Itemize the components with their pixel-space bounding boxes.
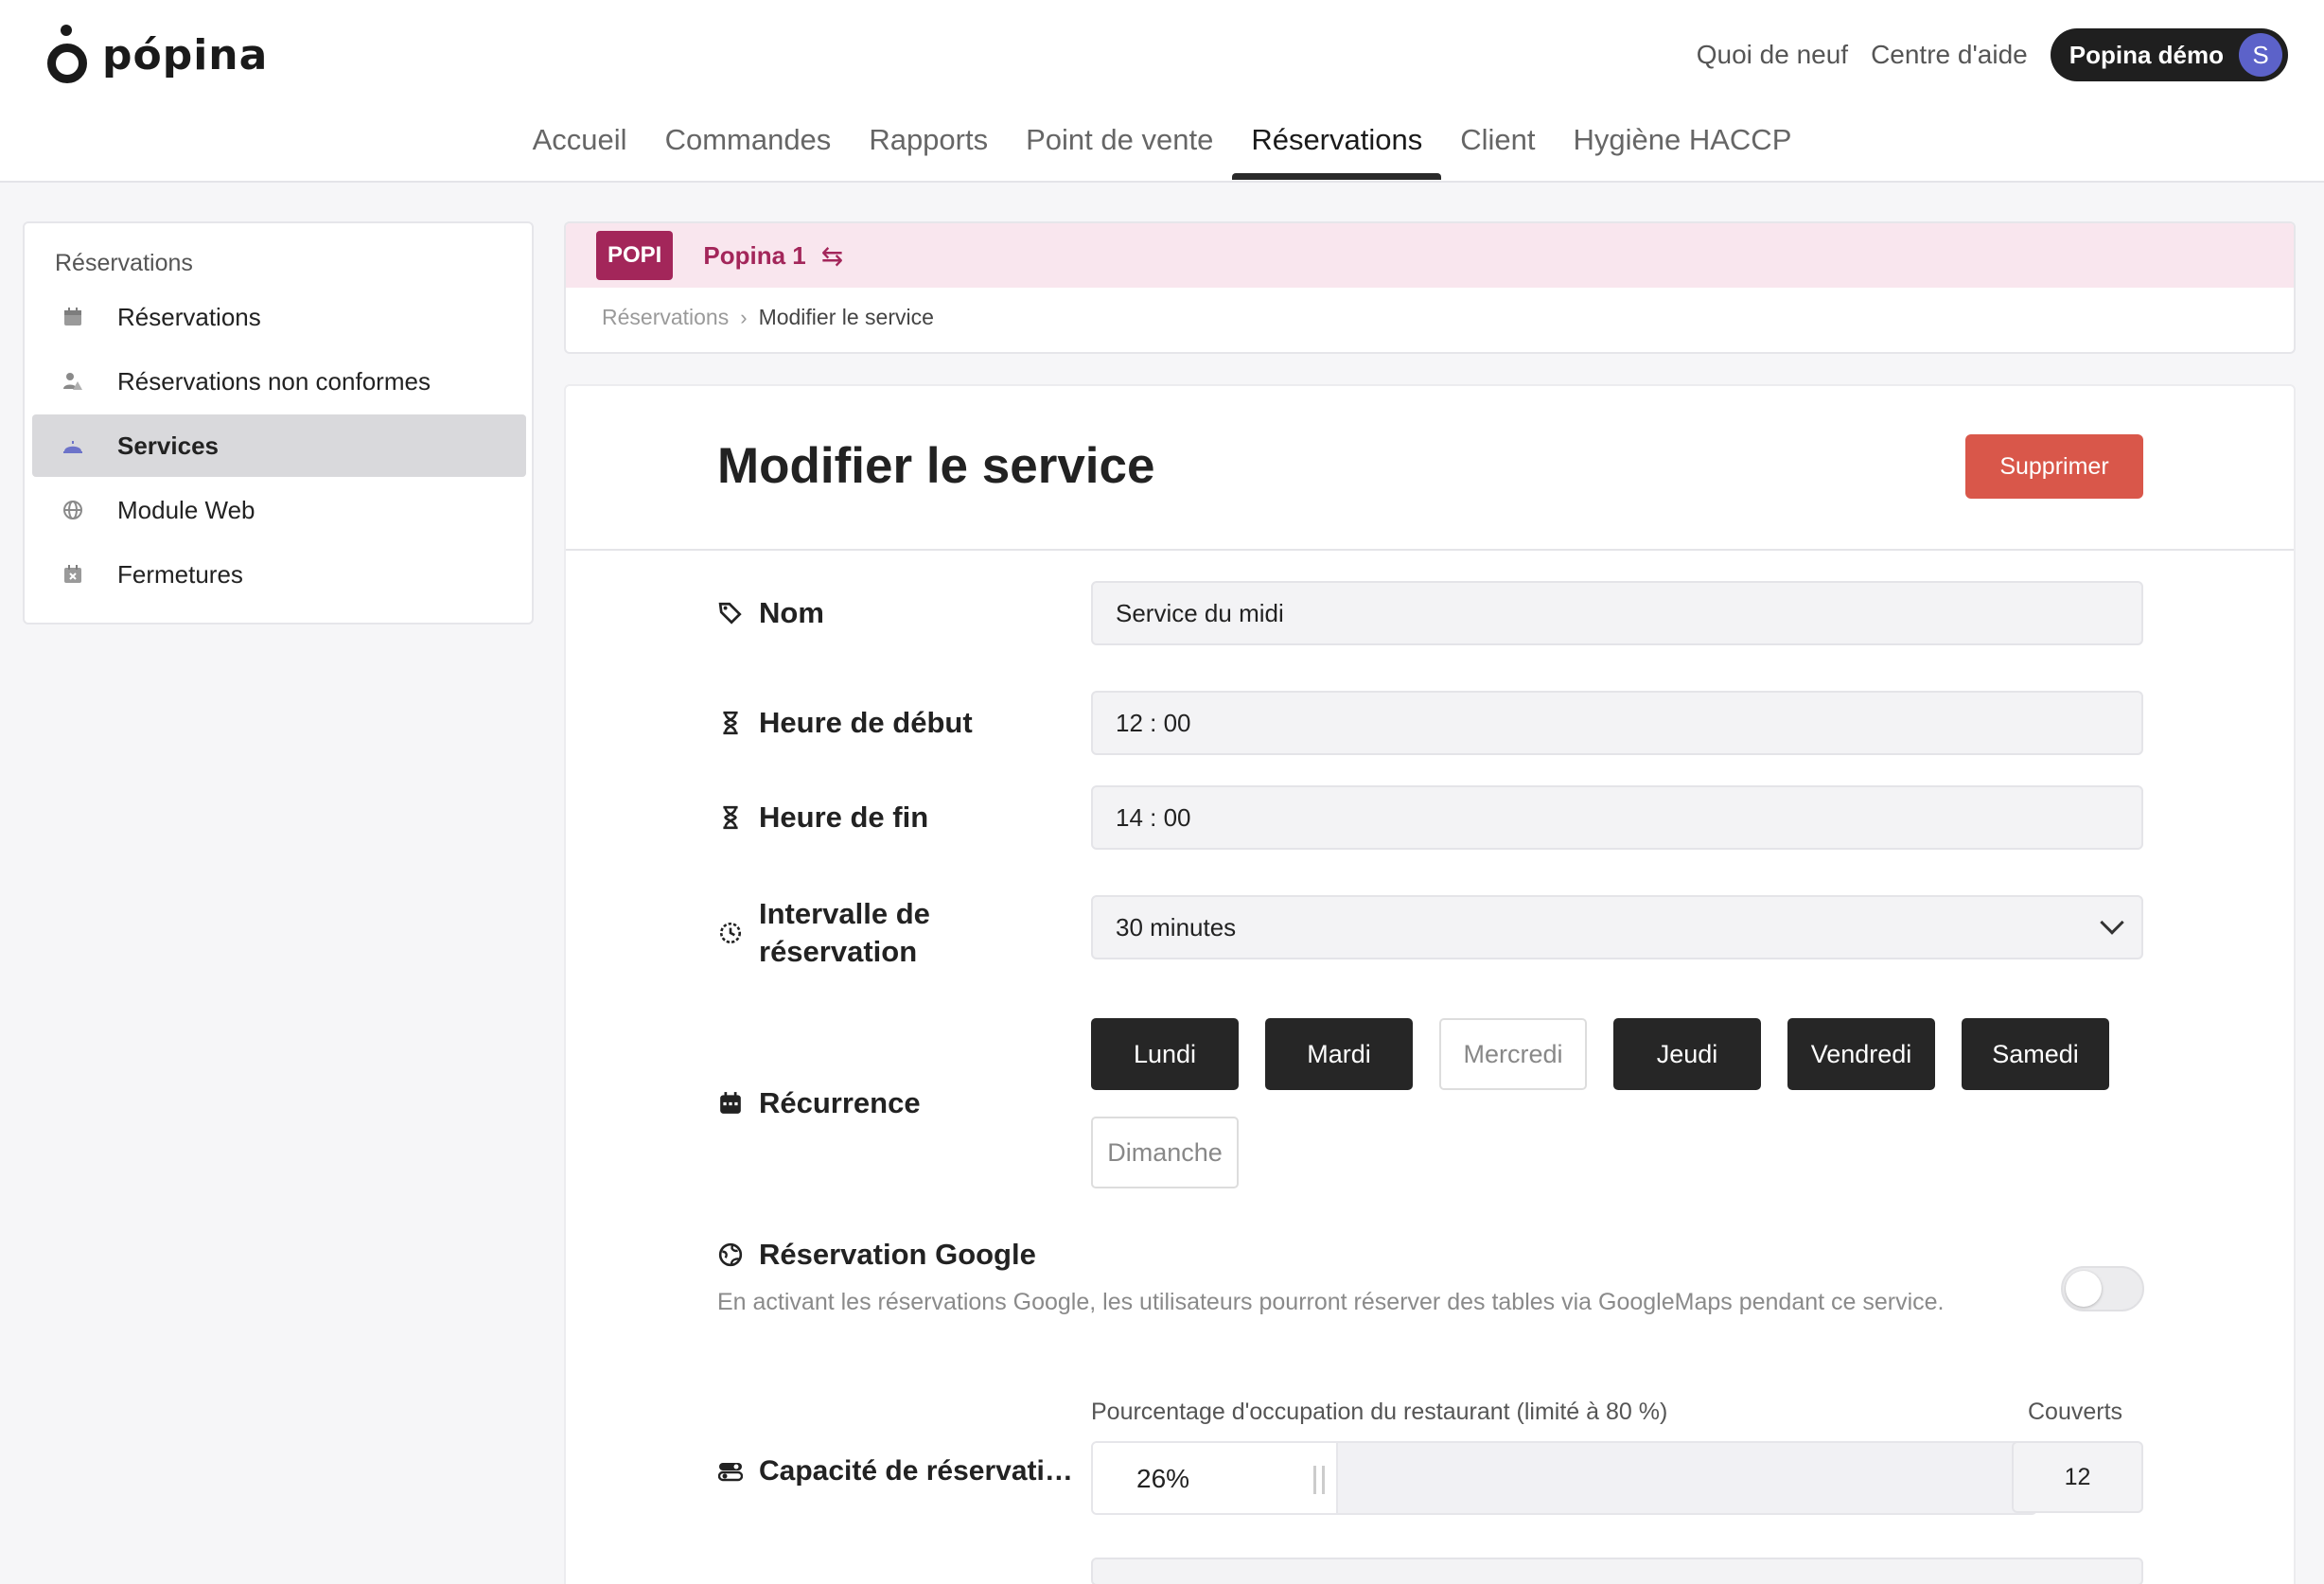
service-bell-icon [61, 433, 85, 458]
breadcrumb-current: Modifier le service [758, 305, 934, 329]
calendar-icon [61, 305, 85, 329]
google-reservation-description: En activant les réservations Google, les… [717, 1289, 1945, 1315]
name-input[interactable]: Service du midi [1091, 581, 2143, 645]
google-reservation-toggle[interactable] [2061, 1266, 2144, 1311]
sidebar-item-label: Services [117, 431, 219, 460]
calendar-x-icon [61, 562, 85, 587]
account-name: Popina démo [2069, 40, 2224, 69]
day-dimanche[interactable]: Dimanche [1091, 1117, 1239, 1188]
sidebar-item-label: Réservations non conformes [117, 366, 431, 396]
sidebar-item-label: Module Web [117, 495, 255, 524]
nav-accueil[interactable]: Accueil [514, 114, 646, 178]
sidebar-item-non-conformes[interactable]: Réservations non conformes [32, 350, 526, 413]
couverts-label: Couverts [2028, 1399, 2123, 1425]
occupancy-slider-fill [1093, 1443, 1338, 1513]
sidebar: Réservations Réservations Réservations n… [23, 221, 534, 625]
interval-select[interactable]: 30 minutes [1091, 895, 2143, 959]
slider-handle[interactable] [1312, 1466, 1325, 1494]
day-vendredi[interactable]: Vendredi [1787, 1018, 1935, 1090]
context-card: POPI Popina 1 ⇆ Réservations › Modifier … [564, 221, 2296, 354]
swap-icon[interactable]: ⇆ [821, 240, 843, 272]
occupancy-value: 26% [1136, 1464, 1190, 1493]
sidebar-item-services[interactable]: Services [32, 414, 526, 477]
toggle-settings-icon [717, 1458, 744, 1485]
hourglass-icon [717, 804, 744, 831]
divider [566, 549, 2294, 551]
start-time-label: Heure de début [717, 706, 973, 740]
popina-logo[interactable]: pópina [45, 25, 268, 85]
occupancy-slider[interactable]: 26% [1091, 1441, 2037, 1515]
toggle-knob [2066, 1271, 2102, 1307]
nav-commandes[interactable]: Commandes [646, 114, 851, 178]
page-title: Modifier le service [717, 438, 1155, 494]
sidebar-item-fermetures[interactable]: Fermetures [32, 543, 526, 606]
sidebar-item-label: Réservations [117, 302, 261, 331]
breadcrumb-parent[interactable]: Réservations [602, 305, 729, 330]
day-lundi[interactable]: Lundi [1091, 1018, 1239, 1090]
globe-icon [61, 498, 85, 522]
edit-service-card: Modifier le service Supprimer Nom Servic… [564, 384, 2296, 1584]
end-time-label: Heure de fin [717, 801, 928, 835]
top-bar: pópina Quoi de neuf Centre d'aide Popina… [0, 0, 2324, 183]
day-mercredi[interactable]: Mercredi [1439, 1018, 1587, 1090]
sidebar-item-label: Fermetures [117, 559, 243, 589]
account-button[interactable]: Popina démo S [2050, 28, 2288, 81]
popina-logo-icon [45, 25, 89, 85]
end-time-input[interactable]: 14 : 00 [1091, 785, 2143, 850]
couverts-input[interactable]: 12 [2012, 1441, 2143, 1513]
top-links: Quoi de neuf Centre d'aide Popina démo S [1697, 28, 2288, 81]
day-mardi[interactable]: Mardi [1265, 1018, 1413, 1090]
interval-label: Intervalle de réservation [717, 895, 930, 971]
chevron-right-icon: › [740, 305, 748, 329]
globe-icon [717, 1241, 744, 1268]
main-nav: Accueil Commandes Rapports Point de vent… [0, 114, 2324, 180]
name-label: Nom [717, 596, 824, 630]
whats-new-link[interactable]: Quoi de neuf [1697, 40, 1848, 70]
help-center-link[interactable]: Centre d'aide [1871, 40, 2028, 70]
logo-text: pópina [102, 30, 269, 79]
clock-icon [717, 920, 744, 946]
day-jeudi[interactable]: Jeudi [1613, 1018, 1761, 1090]
sidebar-item-module-web[interactable]: Module Web [32, 479, 526, 541]
store-name[interactable]: Popina 1 [703, 241, 805, 271]
nav-reservations[interactable]: Réservations [1232, 114, 1442, 180]
calendar-icon [717, 1090, 744, 1117]
next-field-partial[interactable] [1091, 1558, 2143, 1584]
avatar: S [2239, 33, 2282, 77]
chevron-down-icon [2100, 910, 2124, 935]
hourglass-icon [717, 710, 744, 736]
delete-button[interactable]: Supprimer [1965, 434, 2143, 499]
nav-hygiene-haccp[interactable]: Hygiène HACCP [1555, 114, 1811, 178]
store-badge: POPI [596, 231, 674, 280]
store-selector[interactable]: POPI Popina 1 ⇆ [566, 223, 2294, 288]
user-warning-icon [61, 369, 85, 394]
start-time-input[interactable]: 12 : 00 [1091, 691, 2143, 755]
day-samedi[interactable]: Samedi [1962, 1018, 2109, 1090]
nav-rapports[interactable]: Rapports [850, 114, 1007, 178]
recurrence-label: Récurrence [717, 1086, 921, 1120]
tag-icon [717, 600, 744, 626]
nav-point-de-vente[interactable]: Point de vente [1007, 114, 1232, 178]
nav-client[interactable]: Client [1441, 114, 1554, 178]
capacity-label: Capacité de réservati… [717, 1455, 1073, 1487]
occupancy-label: Pourcentage d'occupation du restaurant (… [1091, 1399, 1668, 1425]
breadcrumb: Réservations › Modifier le service [566, 288, 2294, 330]
sidebar-item-reservations[interactable]: Réservations [32, 286, 526, 348]
google-reservation-label: Réservation Google [717, 1238, 1036, 1272]
